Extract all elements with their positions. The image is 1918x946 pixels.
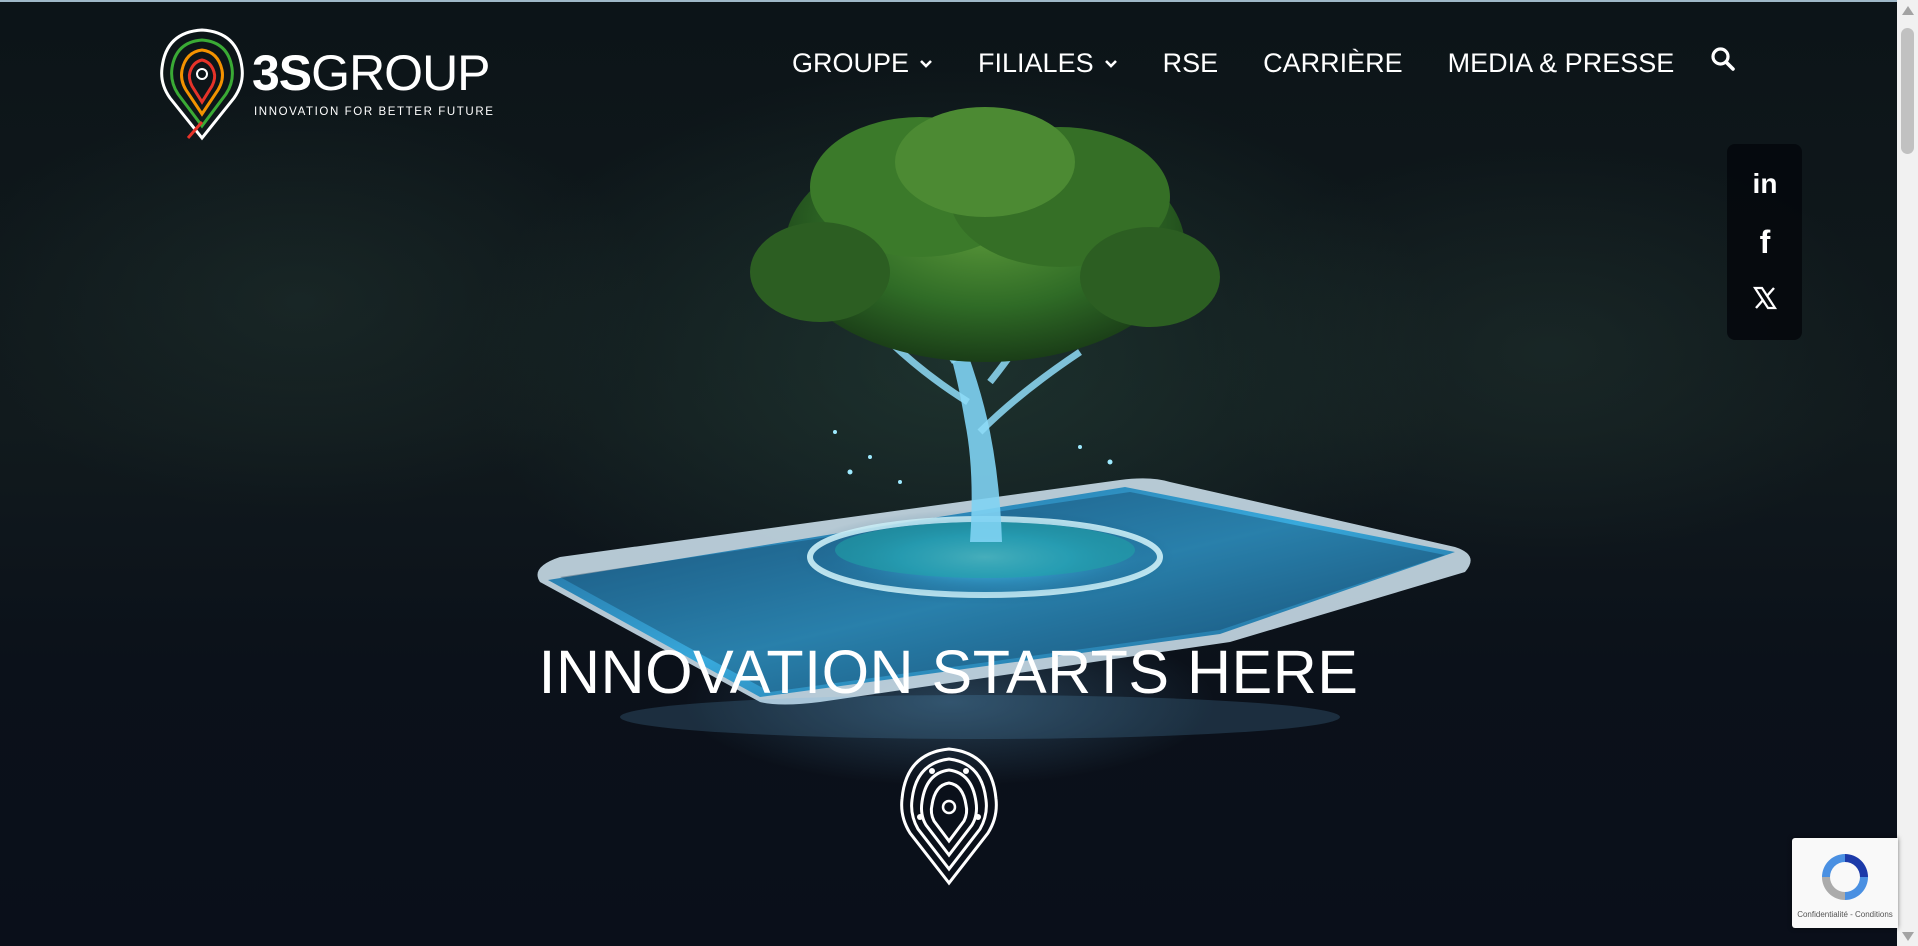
nav-item-label: FILIALES xyxy=(978,48,1094,78)
recaptcha-links[interactable]: Confidentialité - Conditions xyxy=(1792,910,1898,919)
nav-item-carriere[interactable]: CARRIÈRE xyxy=(1263,48,1403,79)
search-icon[interactable] xyxy=(1710,46,1736,72)
nav-item-label: MEDIA & PRESSE xyxy=(1447,48,1675,78)
nav-item-label: CARRIÈRE xyxy=(1263,48,1403,78)
scroll-up-arrow-icon[interactable] xyxy=(1902,6,1914,15)
scrollbar-thumb[interactable] xyxy=(1901,28,1914,154)
linkedin-icon[interactable]: in xyxy=(1749,168,1781,200)
hero-headline: INNOVATION STARTS HERE xyxy=(538,638,1359,706)
page-scrollbar[interactable] xyxy=(1897,0,1918,946)
scroll-down-arrow-icon[interactable] xyxy=(1902,932,1914,941)
main-nav: GROUPE FILIALES RSE CARRIÈRE MEDIA & PRE… xyxy=(792,48,1674,79)
facebook-icon[interactable]: f xyxy=(1749,224,1781,260)
nav-item-media-presse[interactable]: MEDIA & PRESSE xyxy=(1448,48,1675,79)
social-links-bar: in f xyxy=(1727,144,1802,340)
pin-logo-icon xyxy=(900,747,998,886)
recaptcha-icon xyxy=(1822,854,1868,900)
nav-item-rse[interactable]: RSE xyxy=(1163,48,1219,79)
nav-item-filiales[interactable]: FILIALES xyxy=(978,48,1118,79)
recaptcha-badge[interactable]: Confidentialité - Conditions xyxy=(1792,838,1898,928)
nav-item-label: RSE xyxy=(1162,48,1219,78)
brand-logo[interactable]: 3SGROUP INNOVATION FOR BETTER FUTURE xyxy=(160,26,500,146)
logo-wordmark: 3SGROUP xyxy=(252,45,491,101)
chevron-down-icon xyxy=(920,59,932,68)
nav-item-groupe[interactable]: GROUPE xyxy=(792,48,933,79)
chevron-down-icon xyxy=(1104,59,1117,68)
logo-pin-icon xyxy=(160,28,244,141)
x-icon[interactable] xyxy=(1749,282,1781,314)
nav-item-label: GROUPE xyxy=(792,48,910,78)
logo-tagline: INNOVATION FOR BETTER FUTURE xyxy=(254,106,495,118)
